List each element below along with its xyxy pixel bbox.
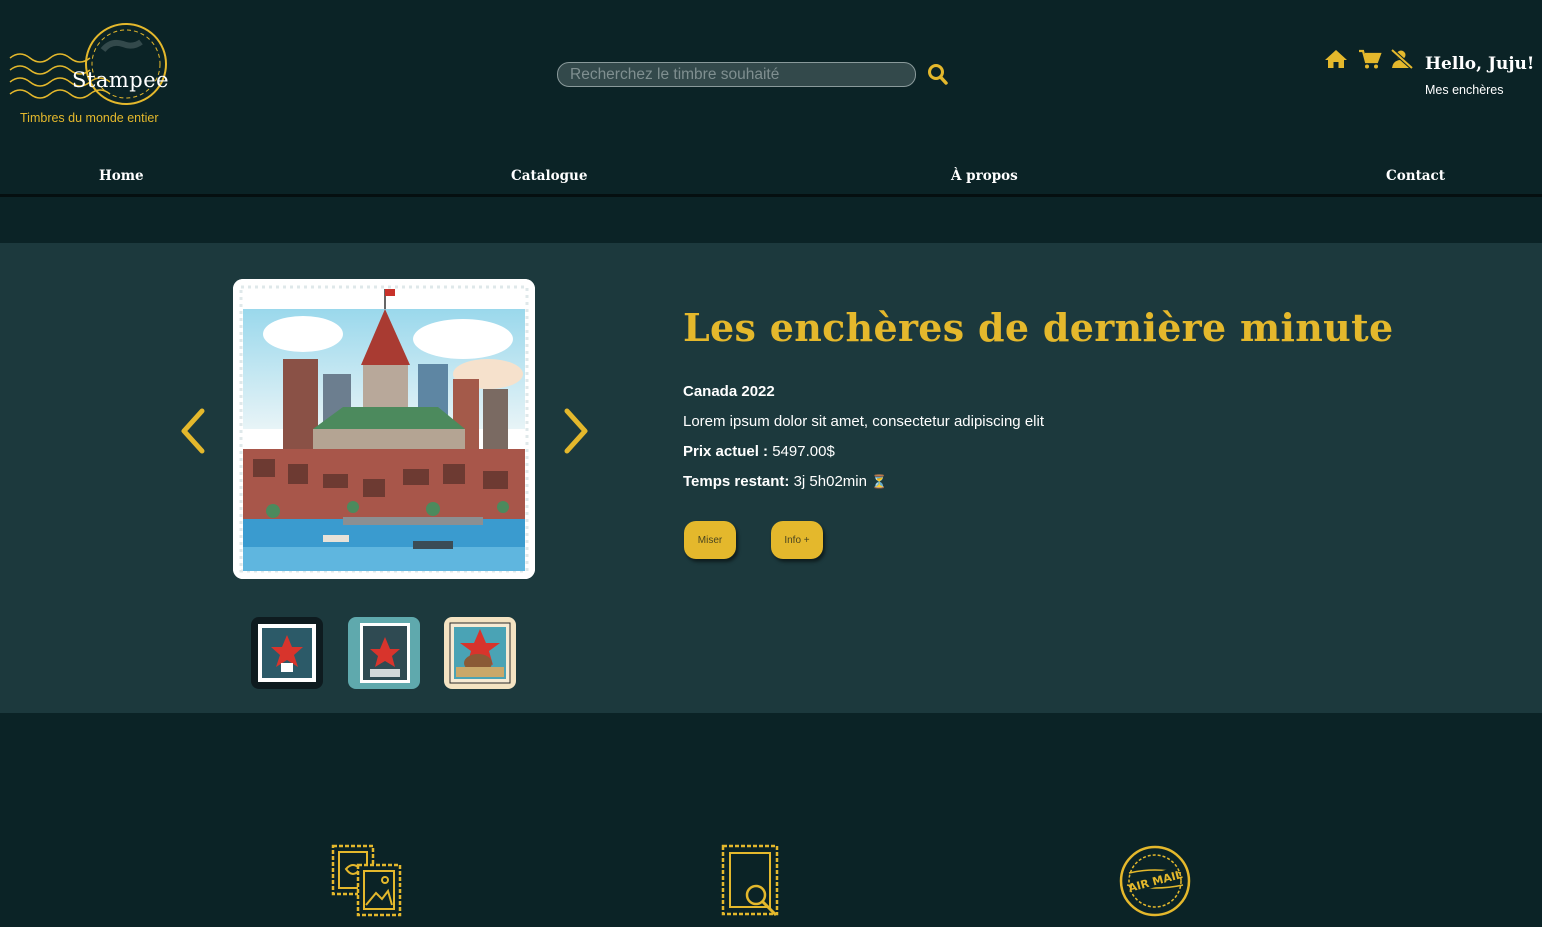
brand-tagline: Timbres du monde entier [20, 111, 159, 125]
home-icon[interactable] [1324, 48, 1348, 70]
carousel-prev-button[interactable] [178, 407, 208, 455]
stamp-name: Canada 2022 [683, 383, 775, 400]
hourglass-icon: ⏳ [871, 474, 888, 489]
search-button[interactable] [927, 62, 949, 86]
nav-contact[interactable]: Contact [1386, 168, 1445, 184]
thumbnail-canada-teal-stamp[interactable] [348, 617, 420, 689]
stamp-search-icon [720, 843, 782, 923]
logo[interactable]: Stampee Timbres du monde entier [8, 18, 183, 130]
thumbnail-canada-maple-stamp[interactable] [251, 617, 323, 689]
user-greeting: Hello, Juju! [1425, 54, 1535, 74]
search-icon [928, 64, 948, 85]
nav-about[interactable]: À propos [951, 168, 1018, 184]
last-minute-auctions: Les enchères de dernière minute Canada 2… [0, 243, 1542, 713]
user-toolbar [1324, 48, 1416, 72]
current-price: Prix actuel : 5497.00$ [683, 443, 835, 460]
user-off-icon[interactable] [1390, 48, 1414, 70]
search-bar [557, 62, 916, 87]
info-button[interactable]: Info + [771, 521, 823, 559]
nav-home[interactable]: Home [99, 168, 144, 184]
cart-icon[interactable] [1358, 48, 1382, 70]
thumbnail-canada-beaver-stamp[interactable] [444, 617, 516, 689]
brand-name: Stampee [72, 68, 170, 92]
nav-catalogue[interactable]: Catalogue [511, 168, 587, 184]
my-auctions-link[interactable]: Mes enchères [1425, 83, 1504, 97]
air-mail-seal-icon: AIR MAIL [1117, 843, 1193, 923]
time-remaining: Temps restant: 3j 5h02min ⏳ [683, 473, 887, 490]
stamp-collection-icon [330, 843, 404, 923]
price-label: Prix actuel : [683, 443, 769, 460]
chevron-left-icon [181, 408, 205, 454]
carousel-next-button[interactable] [561, 407, 591, 455]
price-value: 5497.00$ [772, 443, 835, 460]
time-value: 3j 5h02min [793, 473, 867, 490]
site-header: Stampee Timbres du monde entier Recherch… [0, 0, 1542, 197]
section-title: Les enchères de dernière minute [683, 305, 1394, 350]
chevron-right-icon [564, 408, 588, 454]
bid-button[interactable]: Miser [684, 521, 736, 559]
search-input[interactable] [558, 63, 915, 86]
featured-stamp-image[interactable] [233, 279, 535, 579]
stamp-description: Lorem ipsum dolor sit amet, consectetur … [683, 413, 1044, 430]
time-label: Temps restant: [683, 473, 790, 490]
